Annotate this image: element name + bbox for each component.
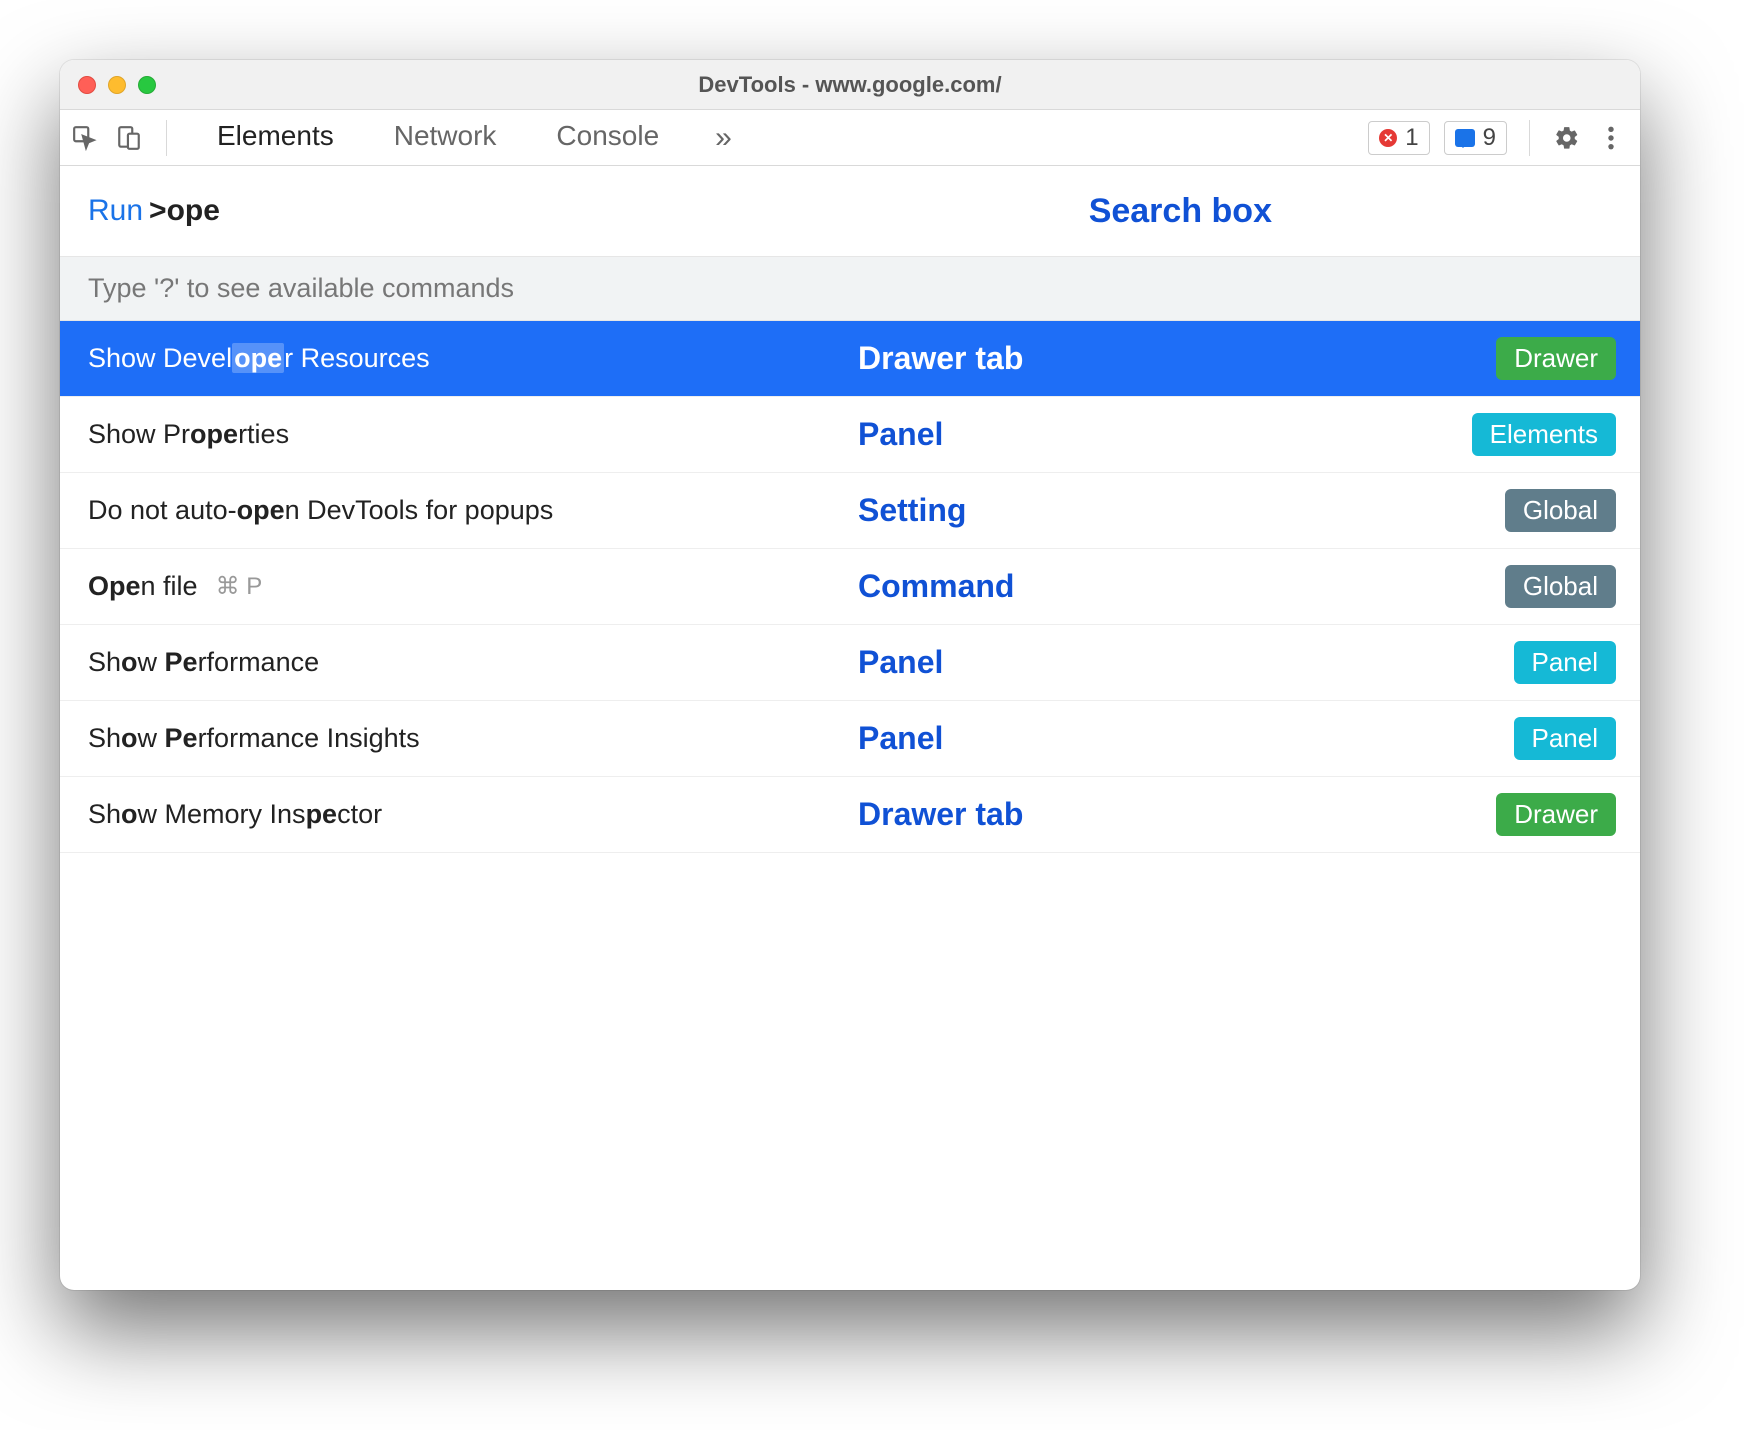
- more-options-icon[interactable]: [1596, 123, 1626, 153]
- error-icon: ✕: [1379, 129, 1397, 147]
- annotation-label: Drawer tab: [858, 340, 1198, 377]
- command-text: Do not auto-open DevTools for popups: [88, 495, 858, 526]
- annotation-label: Setting: [858, 492, 1198, 529]
- device-toggle-icon[interactable]: [114, 123, 144, 153]
- command-text: Show Performance: [88, 647, 858, 678]
- keyboard-shortcut: ⌘ P: [216, 572, 263, 601]
- command-result[interactable]: Show Developer ResourcesDrawer tab Drawer: [60, 321, 1640, 397]
- command-text: Show Properties: [88, 419, 858, 450]
- command-result[interactable]: Open file⌘ PCommand Global: [60, 549, 1640, 625]
- issues-count: 9: [1483, 124, 1496, 152]
- category-tag: Drawer: [1496, 793, 1616, 836]
- annotation-search-box: Search box: [1089, 192, 1272, 231]
- category-tag: Panel: [1514, 717, 1617, 760]
- issues-badge[interactable]: 9: [1444, 121, 1507, 155]
- inspect-icon[interactable]: [70, 123, 100, 153]
- separator: [1529, 120, 1530, 156]
- command-text: Show Memory Inspector: [88, 799, 858, 830]
- command-result[interactable]: Do not auto-open DevTools for popupsSett…: [60, 473, 1640, 549]
- separator: [166, 120, 167, 156]
- errors-count: 1: [1405, 124, 1418, 152]
- command-text: Show Performance Insights: [88, 723, 858, 754]
- command-result[interactable]: Show PerformancePanelPanel: [60, 625, 1640, 701]
- panel-tabs: Elements Network Console: [215, 110, 661, 165]
- annotation-label: Command: [858, 568, 1198, 605]
- category-tag: Drawer: [1496, 337, 1616, 380]
- command-result[interactable]: Show PropertiesPanel Elements: [60, 397, 1640, 473]
- category-tag: Global: [1505, 565, 1616, 608]
- category-tag: Global: [1505, 489, 1616, 532]
- command-result[interactable]: Show Memory InspectorDrawer tab Drawer: [60, 777, 1640, 853]
- errors-badge[interactable]: ✕ 1: [1368, 121, 1429, 155]
- command-menu-results: Show Developer ResourcesDrawer tabDrawer…: [60, 321, 1640, 1290]
- window-title: DevTools - www.google.com/: [60, 72, 1640, 98]
- command-menu-input[interactable]: >ope: [149, 194, 220, 228]
- command-menu-hint: Type '?' to see available commands: [60, 256, 1640, 321]
- annotation-label: Panel: [858, 416, 1198, 453]
- annotation-label: Panel: [858, 644, 1198, 681]
- tab-elements[interactable]: Elements: [215, 110, 336, 165]
- more-tabs-icon[interactable]: »: [715, 121, 732, 155]
- category-tag: Panel: [1514, 641, 1617, 684]
- issues-icon: [1455, 129, 1475, 147]
- run-label: Run: [88, 194, 143, 228]
- category-tag: Elements: [1472, 413, 1616, 456]
- devtools-window: DevTools - www.google.com/ Elements Netw…: [60, 60, 1640, 1290]
- command-text: Open file⌘ P: [88, 571, 858, 602]
- titlebar: DevTools - www.google.com/: [60, 60, 1640, 110]
- annotation-label: Panel: [858, 720, 1198, 757]
- command-text: Show Developer Resources: [88, 343, 858, 374]
- command-menu-input-row[interactable]: Run >ope Search box: [60, 166, 1640, 256]
- tab-network[interactable]: Network: [392, 110, 499, 165]
- devtools-toolbar: Elements Network Console » ✕ 1 9: [60, 110, 1640, 166]
- annotation-label: Drawer tab: [858, 796, 1198, 833]
- tab-console[interactable]: Console: [554, 110, 661, 165]
- settings-icon[interactable]: [1552, 123, 1582, 153]
- command-result[interactable]: Show Performance InsightsPanelPanel: [60, 701, 1640, 777]
